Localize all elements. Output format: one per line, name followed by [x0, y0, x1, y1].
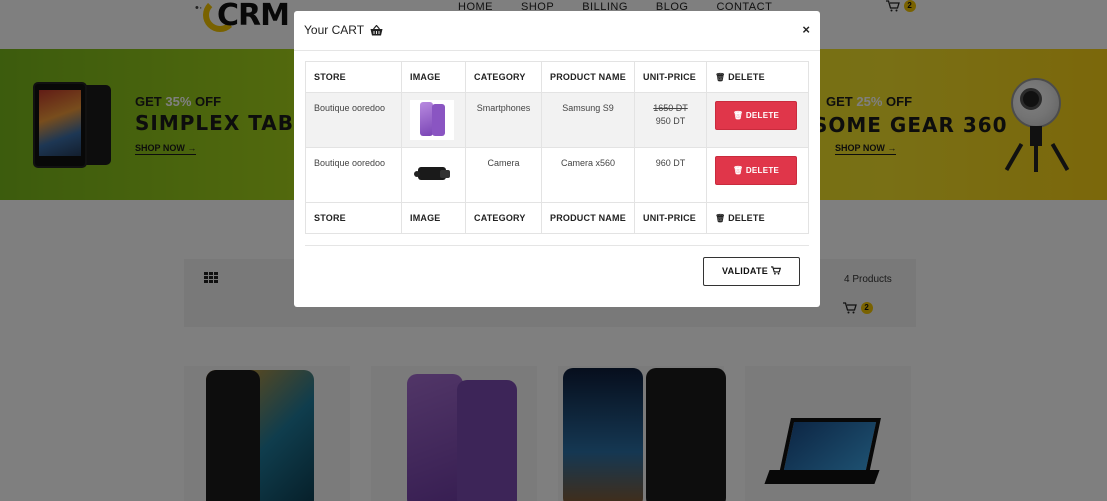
cell-product-name: Samsung S9: [541, 92, 635, 148]
column-footer-category: CATEGORY: [465, 202, 542, 234]
column-header-unit-price: UNIT-PRICE: [634, 61, 707, 93]
current-price: 960 DT: [655, 158, 686, 168]
cell-product-name: Camera x560: [541, 147, 635, 203]
cell-store: Boutique ooredoo: [305, 147, 402, 203]
modal-header: Your CART ×: [294, 11, 820, 51]
column-header-delete: 🗑 DELETE: [706, 61, 809, 93]
trash-icon: 🗑: [732, 166, 744, 175]
column-footer-store: STORE: [305, 202, 402, 234]
delete-button[interactable]: 🗑 DELETE: [715, 156, 797, 185]
column-header-product-name: PRODUCT NAME: [541, 61, 635, 93]
column-header-category: CATEGORY: [465, 61, 542, 93]
modal-divider: [305, 245, 809, 246]
column-header-store: STORE: [305, 61, 402, 93]
column-footer-unit-price: UNIT-PRICE: [634, 202, 707, 234]
table-row: Boutique ooredoo Smartphones Samsung S9 …: [305, 92, 809, 148]
cell-delete: 🗑 DELETE: [706, 147, 809, 203]
cell-image: [401, 147, 466, 203]
table-row: Boutique ooredoo Camera Camera x560 960 …: [305, 147, 809, 203]
product-thumbnail: [410, 155, 454, 195]
cell-image: [401, 92, 466, 148]
cell-category: Camera: [465, 147, 542, 203]
column-header-image: IMAGE: [401, 61, 466, 93]
current-price: 950 DT: [655, 116, 686, 126]
trash-icon: 🗑: [715, 214, 726, 223]
cell-delete: 🗑 DELETE: [706, 92, 809, 148]
cart-modal: Your CART × STORE IMAGE CATEGORY PRODUCT…: [294, 11, 820, 307]
product-thumbnail: [410, 100, 454, 140]
column-footer-delete: 🗑 DELETE: [706, 202, 809, 234]
basket-icon: [370, 24, 383, 36]
old-price: 1650 DT: [653, 103, 688, 113]
trash-icon: 🗑: [732, 111, 744, 120]
cell-unit-price: 960 DT: [634, 147, 707, 203]
cell-store: Boutique ooredoo: [305, 92, 402, 148]
column-footer-product-name: PRODUCT NAME: [541, 202, 635, 234]
cell-unit-price: 1650 DT 950 DT: [634, 92, 707, 148]
cart-icon: [770, 266, 781, 275]
modal-title: Your CART: [304, 23, 383, 37]
column-footer-image: IMAGE: [401, 202, 466, 234]
close-button[interactable]: ×: [802, 22, 810, 37]
cart-table: STORE IMAGE CATEGORY PRODUCT NAME UNIT-P…: [305, 61, 809, 234]
table-header-row: STORE IMAGE CATEGORY PRODUCT NAME UNIT-P…: [305, 61, 809, 93]
trash-icon: 🗑: [715, 73, 726, 82]
cell-category: Smartphones: [465, 92, 542, 148]
validate-button[interactable]: VALIDATE: [703, 257, 800, 286]
table-footer-row: STORE IMAGE CATEGORY PRODUCT NAME UNIT-P…: [305, 202, 809, 234]
delete-button[interactable]: 🗑 DELETE: [715, 101, 797, 130]
